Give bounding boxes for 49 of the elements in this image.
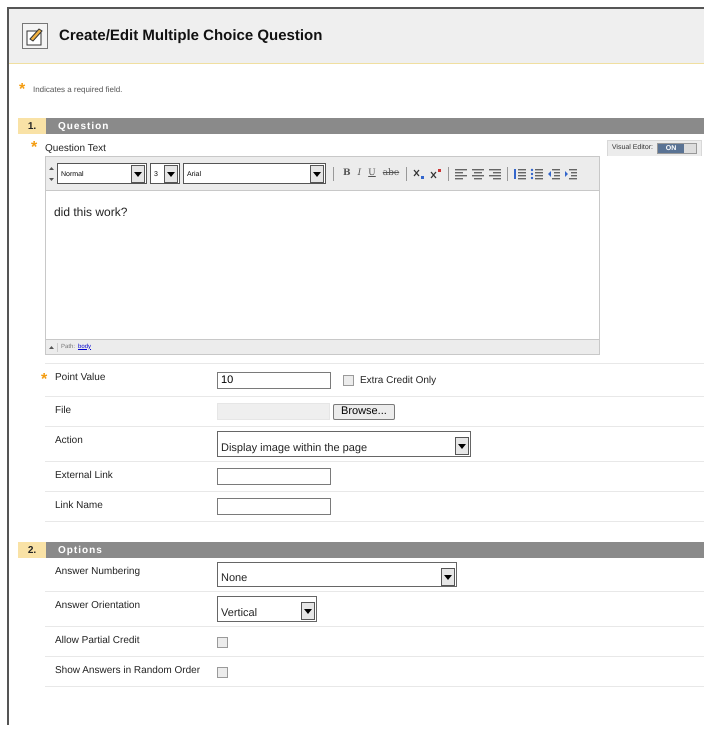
subscript-icon[interactable]: [412, 168, 426, 180]
field-label: Allow Partial Credit: [55, 634, 140, 648]
question-text: did this work?: [54, 204, 128, 221]
format-button[interactable]: abe: [380, 166, 402, 180]
browse-button[interactable]: Browse...: [333, 404, 395, 420]
field-label: Answer Orientation: [55, 599, 140, 613]
scroll-down-icon[interactable]: [49, 178, 54, 180]
align-right-icon[interactable]: [488, 168, 502, 180]
required-star-icon: *: [19, 82, 31, 98]
field-label: Link Name: [55, 499, 103, 513]
field-label: Show Answers in Random Order: [55, 664, 200, 678]
required-star-icon: *: [31, 140, 43, 156]
section-title: Question: [46, 118, 704, 134]
dropdown[interactable]: Vertical: [217, 596, 317, 622]
section-number: 2.: [18, 542, 46, 558]
dropdown[interactable]: None: [217, 562, 457, 587]
numbered-list-icon[interactable]: [513, 168, 528, 180]
scroll-up-icon[interactable]: [49, 346, 54, 348]
outdent-icon[interactable]: [547, 168, 562, 180]
required-star-icon: *: [41, 372, 53, 388]
field-label: Action: [55, 434, 83, 448]
field-label: Point Value: [55, 371, 106, 385]
section-number: 1.: [18, 118, 46, 134]
field-label: External Link: [55, 469, 113, 483]
text-field[interactable]: 10: [217, 372, 331, 388]
checkbox-label: Extra Credit Only: [360, 374, 436, 388]
checkbox[interactable]: [217, 637, 228, 648]
text-field[interactable]: [217, 468, 331, 485]
dropdown[interactable]: Display image within the page: [217, 431, 471, 457]
file-path-field[interactable]: [217, 403, 330, 420]
field-label: Answer Numbering: [55, 565, 140, 579]
format-button[interactable]: B: [341, 166, 353, 180]
bulleted-list-icon[interactable]: [530, 168, 544, 180]
format-button[interactable]: U: [366, 166, 378, 180]
scroll-up-icon[interactable]: [49, 166, 54, 170]
edit-document-icon: [22, 23, 48, 49]
field-label: Question Text: [45, 142, 106, 156]
align-center-icon[interactable]: [471, 168, 486, 180]
indent-icon[interactable]: [564, 168, 578, 180]
required-note: Indicates a required field.: [33, 84, 122, 96]
section-title: Options: [46, 542, 704, 558]
superscript-icon[interactable]: [429, 168, 444, 180]
align-left-icon[interactable]: [454, 168, 468, 180]
format-button[interactable]: I: [356, 166, 364, 180]
text-field[interactable]: [217, 498, 331, 515]
checkbox[interactable]: [343, 374, 354, 386]
checkbox[interactable]: [217, 667, 228, 678]
field-label: File: [55, 404, 72, 418]
page-title: Create/Edit Multiple Choice Question: [59, 26, 322, 46]
